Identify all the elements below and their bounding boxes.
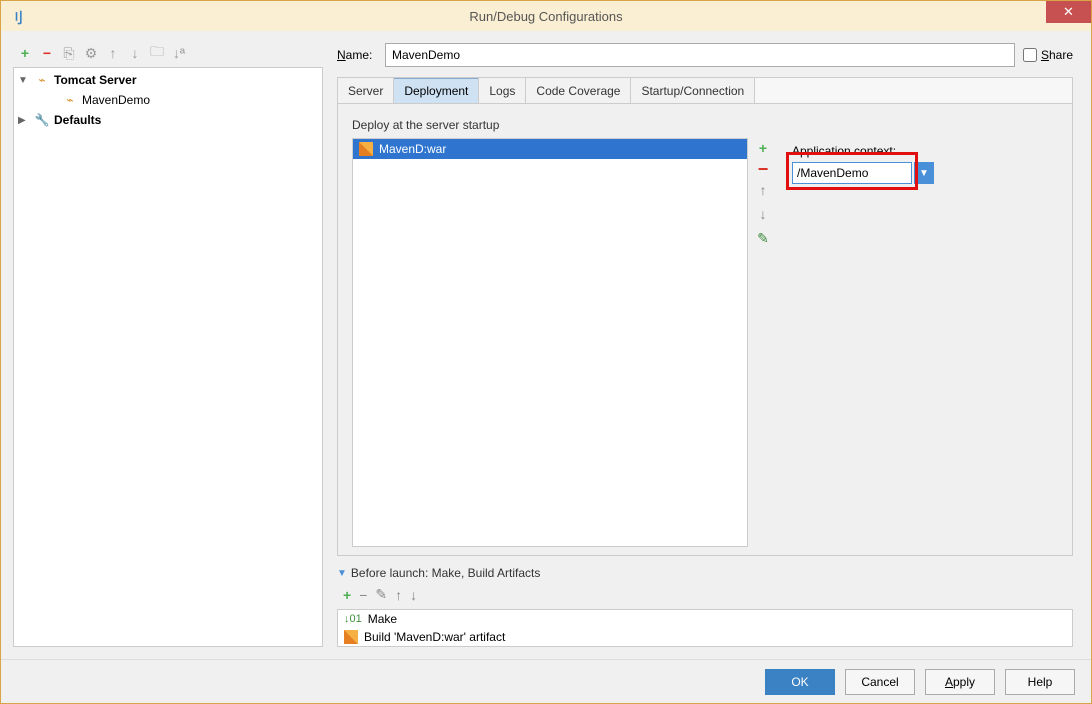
folder-icon[interactable]: 🗀 bbox=[149, 45, 165, 61]
share-checkbox[interactable]: Share bbox=[1023, 48, 1073, 62]
down-icon[interactable]: ↓ bbox=[127, 45, 143, 61]
tab-server[interactable]: Server bbox=[338, 78, 394, 103]
wrench-icon: 🔧 bbox=[34, 113, 50, 127]
bl-edit-icon[interactable]: ✎ bbox=[375, 586, 387, 603]
before-launch-header[interactable]: ▼ Before launch: Make, Build Artifacts bbox=[337, 566, 1073, 580]
collapse-icon[interactable]: ▼ bbox=[337, 568, 347, 579]
settings-icon[interactable]: ⚙ bbox=[83, 45, 99, 61]
name-row: Name: Share bbox=[331, 43, 1079, 77]
tab-code-coverage[interactable]: Code Coverage bbox=[526, 78, 631, 103]
tab-body-deployment: Deploy at the server startup MavenD:war … bbox=[338, 104, 1072, 555]
content-area: + − ⎘ ⚙ ↑ ↓ 🗀 ↓ª ▼ ⌁ Tomcat Server ⌁ Mav… bbox=[1, 31, 1091, 659]
bl-item-make[interactable]: ↓01 Make bbox=[338, 610, 1072, 628]
deploy-area: MavenD:war + − ↑ ↓ ✎ Application context… bbox=[352, 138, 1058, 547]
deploy-artifact-label: MavenD:war bbox=[379, 142, 446, 156]
move-up-icon[interactable]: ↑ bbox=[760, 182, 767, 198]
tab-startup-connection[interactable]: Startup/Connection bbox=[631, 78, 755, 103]
cancel-button[interactable]: Cancel bbox=[845, 669, 915, 695]
app-context-input-wrap: ▼ bbox=[792, 162, 1058, 184]
config-tree[interactable]: ▼ ⌁ Tomcat Server ⌁ MavenDemo ▶ 🔧 Defaul… bbox=[13, 67, 323, 647]
app-context-dropdown-icon[interactable]: ▼ bbox=[914, 162, 934, 184]
bl-down-icon[interactable]: ↓ bbox=[410, 587, 417, 603]
remove-artifact-icon[interactable]: − bbox=[758, 164, 769, 174]
up-icon[interactable]: ↑ bbox=[105, 45, 121, 61]
add-icon[interactable]: + bbox=[17, 45, 33, 61]
titlebar: 刂 Run/Debug Configurations ✕ bbox=[1, 1, 1091, 31]
window-title: Run/Debug Configurations bbox=[469, 9, 622, 24]
tabs-container: Server Deployment Logs Code Coverage Sta… bbox=[337, 77, 1073, 556]
tree-toolbar: + − ⎘ ⚙ ↑ ↓ 🗀 ↓ª bbox=[13, 43, 323, 67]
tree-label: Tomcat Server bbox=[54, 73, 136, 87]
app-context-panel: Application context: ▼ bbox=[778, 138, 1058, 547]
deploy-artifact-item[interactable]: MavenD:war bbox=[353, 139, 747, 159]
help-button[interactable]: Help bbox=[1005, 669, 1075, 695]
tree-label: Defaults bbox=[54, 113, 101, 127]
tree-node-mavendemo[interactable]: ⌁ MavenDemo bbox=[14, 90, 322, 110]
deploy-side-toolbar: + − ↑ ↓ ✎ bbox=[754, 138, 772, 547]
share-label: Share bbox=[1041, 48, 1073, 62]
expand-icon[interactable]: ▶ bbox=[18, 115, 30, 126]
bl-item-label: Make bbox=[368, 612, 397, 626]
share-checkbox-input[interactable] bbox=[1023, 48, 1037, 62]
tab-deployment[interactable]: Deployment bbox=[394, 77, 479, 103]
app-icon: 刂 bbox=[9, 8, 25, 24]
right-panel: Name: Share Server Deployment Logs Code … bbox=[331, 43, 1079, 647]
tomcat-icon: ⌁ bbox=[34, 73, 50, 87]
deploy-list[interactable]: MavenD:war bbox=[352, 138, 748, 547]
bl-item-label: Build 'MavenD:war' artifact bbox=[364, 630, 505, 644]
name-input[interactable] bbox=[385, 43, 1015, 67]
bl-item-build-artifact[interactable]: Build 'MavenD:war' artifact bbox=[338, 628, 1072, 646]
remove-icon[interactable]: − bbox=[39, 45, 55, 61]
tree-label: MavenDemo bbox=[82, 93, 150, 107]
before-launch-list[interactable]: ↓01 Make Build 'MavenD:war' artifact bbox=[337, 609, 1073, 647]
tree-node-tomcat[interactable]: ▼ ⌁ Tomcat Server bbox=[14, 70, 322, 90]
deploy-section-label: Deploy at the server startup bbox=[352, 118, 1058, 132]
artifact-icon bbox=[359, 142, 373, 156]
left-panel: + − ⎘ ⚙ ↑ ↓ 🗀 ↓ª ▼ ⌁ Tomcat Server ⌁ Mav… bbox=[13, 43, 323, 647]
artifact-icon bbox=[344, 630, 358, 644]
before-launch-section: ▼ Before launch: Make, Build Artifacts +… bbox=[337, 566, 1073, 647]
close-button[interactable]: ✕ bbox=[1046, 1, 1091, 23]
bl-remove-icon[interactable]: − bbox=[359, 587, 367, 603]
apply-button[interactable]: Apply bbox=[925, 669, 995, 695]
edit-icon[interactable]: ✎ bbox=[757, 230, 769, 247]
bl-up-icon[interactable]: ↑ bbox=[395, 587, 402, 603]
dialog-window: 刂 Run/Debug Configurations ✕ + − ⎘ ⚙ ↑ ↓… bbox=[0, 0, 1092, 704]
move-down-icon[interactable]: ↓ bbox=[760, 206, 767, 222]
tomcat-local-icon: ⌁ bbox=[62, 93, 78, 107]
tree-node-defaults[interactable]: ▶ 🔧 Defaults bbox=[14, 110, 322, 130]
app-context-input[interactable] bbox=[792, 162, 912, 184]
name-label: Name: bbox=[337, 48, 377, 62]
make-icon: ↓01 bbox=[344, 613, 362, 625]
copy-icon[interactable]: ⎘ bbox=[61, 45, 77, 61]
before-launch-title: Before launch: Make, Build Artifacts bbox=[351, 566, 540, 580]
tabstrip: Server Deployment Logs Code Coverage Sta… bbox=[338, 78, 1072, 104]
ok-button[interactable]: OK bbox=[765, 669, 835, 695]
add-artifact-icon[interactable]: + bbox=[759, 140, 767, 156]
tab-logs[interactable]: Logs bbox=[479, 78, 526, 103]
app-context-label: Application context: bbox=[792, 144, 896, 158]
sort-icon[interactable]: ↓ª bbox=[171, 45, 187, 61]
dialog-footer: OK Cancel Apply Help bbox=[1, 659, 1091, 703]
expand-icon[interactable]: ▼ bbox=[18, 75, 30, 86]
before-launch-toolbar: + − ✎ ↑ ↓ bbox=[337, 584, 1073, 607]
bl-add-icon[interactable]: + bbox=[343, 587, 351, 603]
